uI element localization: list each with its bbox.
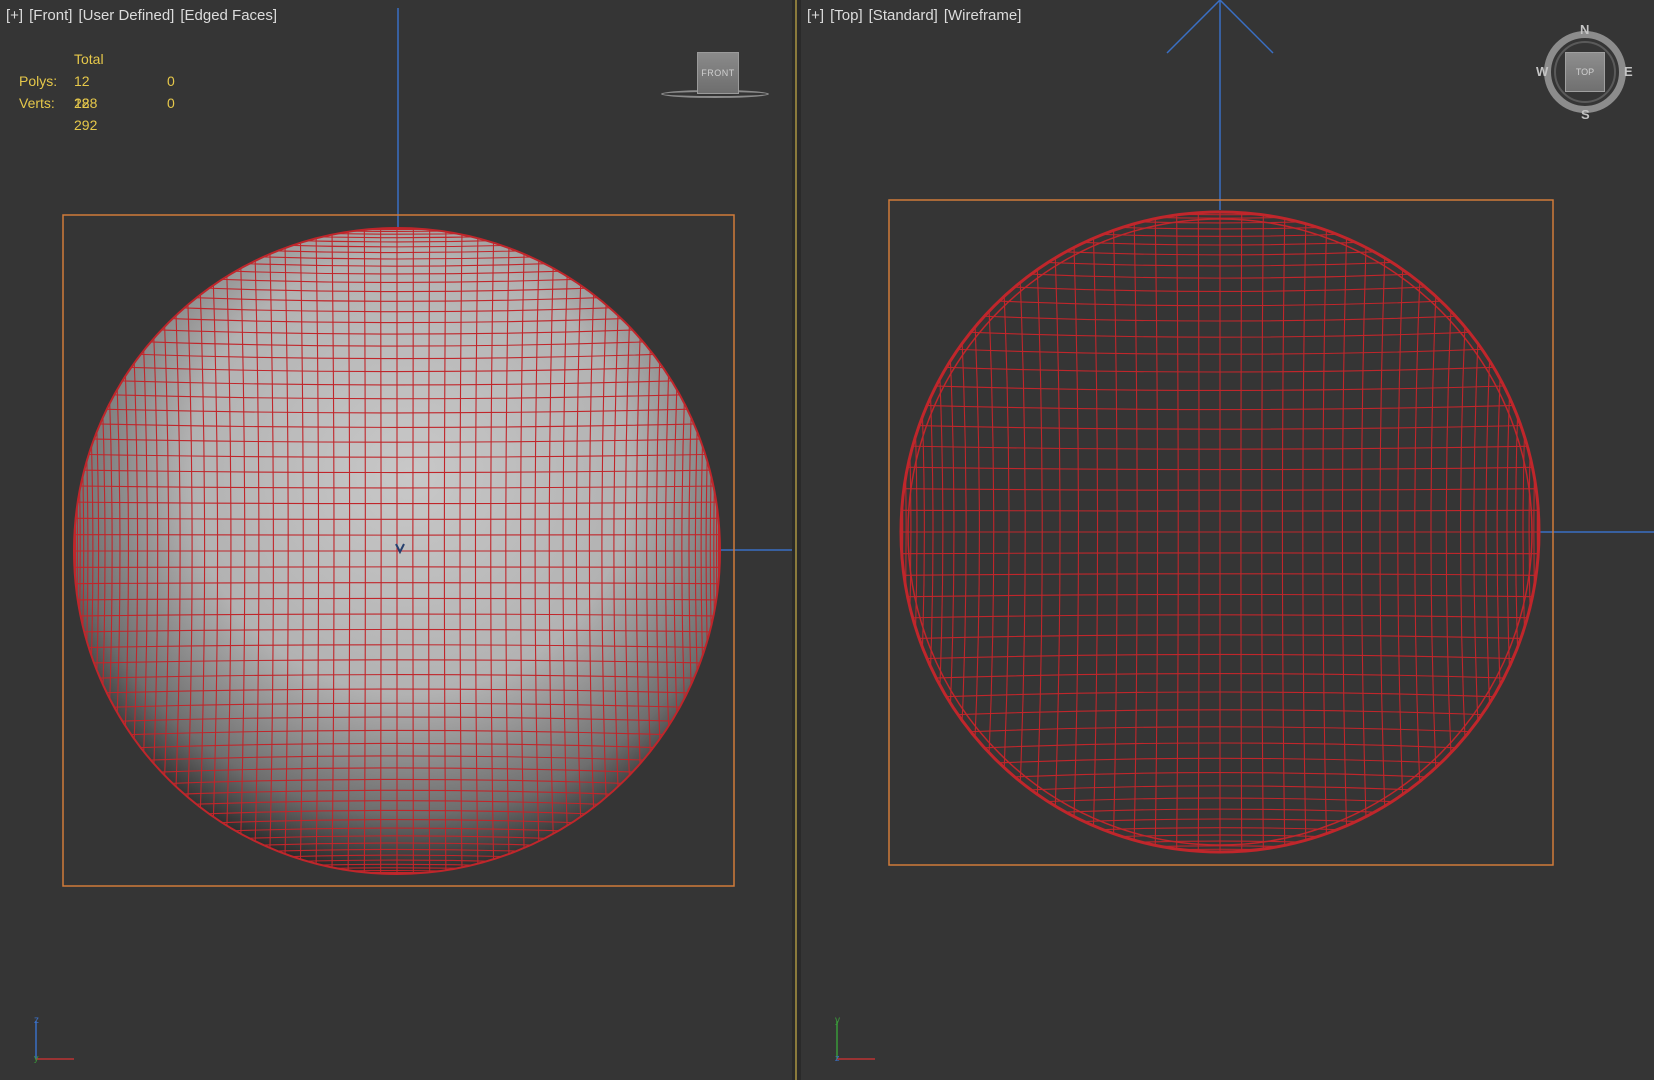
front-viewport-label[interactable]: [+] [Front] [User Defined] [Edged Faces] bbox=[6, 7, 277, 24]
compass-east[interactable]: E bbox=[1624, 64, 1633, 79]
viewport-display-menu[interactable]: [Edged Faces] bbox=[180, 7, 277, 24]
svg-text:z: z bbox=[34, 1015, 39, 1026]
axis-tripod-icon: z y bbox=[34, 1015, 74, 1063]
front-viewport[interactable]: [+] [Front] [User Defined] [Edged Faces]… bbox=[0, 0, 792, 1080]
viewport-menu-plus[interactable]: [+] bbox=[807, 7, 824, 24]
front-viewport-scene bbox=[62, 8, 792, 887]
viewcube-top[interactable]: TOP bbox=[1565, 52, 1605, 92]
svg-text:z: z bbox=[835, 1053, 840, 1063]
stats-header: Total bbox=[74, 51, 104, 67]
viewport-shading-menu[interactable]: [User Defined] bbox=[78, 7, 174, 24]
viewport-menu-plus[interactable]: [+] bbox=[6, 7, 23, 24]
viewport-shading-menu[interactable]: [Standard] bbox=[869, 7, 938, 24]
viewport-point-of-view-menu[interactable]: [Top] bbox=[830, 7, 863, 24]
viewport-divider[interactable] bbox=[792, 0, 801, 1080]
axis-tripod-icon: y z bbox=[835, 1015, 875, 1063]
viewport-display-menu[interactable]: [Wireframe] bbox=[944, 7, 1022, 24]
compass-west[interactable]: W bbox=[1536, 64, 1548, 79]
viewcube-front[interactable]: FRONT bbox=[697, 52, 739, 94]
compass-south[interactable]: S bbox=[1581, 107, 1590, 122]
viewcube-compass[interactable]: TOP N S E W bbox=[1536, 22, 1633, 122]
top-viewport-scene bbox=[888, 0, 1654, 866]
top-viewport-label[interactable]: [+] [Top] [Standard] [Wireframe] bbox=[807, 7, 1021, 24]
svg-text:y: y bbox=[835, 1015, 840, 1026]
top-viewport[interactable]: [+] [Top] [Standard] [Wireframe] TOP N S… bbox=[801, 0, 1654, 1080]
compass-north[interactable]: N bbox=[1580, 22, 1589, 37]
svg-text:y: y bbox=[34, 1053, 39, 1063]
viewport-point-of-view-menu[interactable]: [Front] bbox=[29, 7, 72, 24]
